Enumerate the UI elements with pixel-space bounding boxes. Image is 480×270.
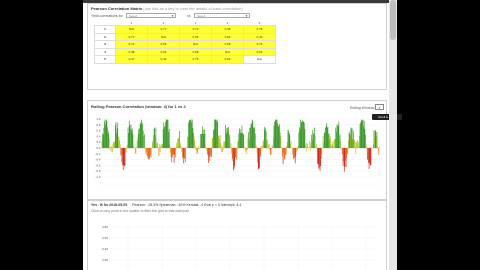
y-tick-label: 0.0 (96, 146, 101, 150)
rolling-window-label: Rolling Window: (350, 106, 376, 110)
matrix-title: Pearson Correlation Matrix (use this as … (91, 6, 243, 11)
correlation-cell[interactable]: N/A (211, 47, 244, 56)
series-select-right[interactable]: Select ▼ (194, 13, 250, 18)
app-page: Pearson Correlation Matrix (use this as … (83, 0, 389, 270)
correlation-cell[interactable]: 0.47 (115, 55, 148, 64)
y-tick-label: 0.8 (96, 123, 101, 127)
select-left-value: Select (129, 14, 138, 18)
scrollbar-thumb[interactable] (390, 0, 396, 40)
correlation-cell[interactable]: 0.42 (243, 32, 276, 41)
scatter-header: Yes - B for 2018-05-05 Pearson: -25.3% S… (91, 203, 241, 207)
correlation-cell[interactable]: N/A (115, 25, 148, 34)
correlation-cell[interactable]: 0.75 (179, 55, 212, 64)
correlation-table: 1 2 3 4 5 1 N/A 0.77 0.72 0.38 0.75 2 0.77 N/A 0.55 0.5… (94, 20, 276, 64)
correlation-cell[interactable]: 0.55 (179, 32, 212, 41)
zoom-tooltip: Scroll to zoom (372, 114, 402, 120)
row-header: 4 (94, 47, 116, 56)
correlation-cell[interactable]: 0.62 (211, 55, 244, 64)
correlation-cell[interactable]: 0.38 (115, 47, 148, 56)
row-header: 1 (94, 25, 116, 34)
rolling-title: Rolling Pearson Correlation (window: 4) … (91, 104, 186, 109)
rolling-correlation-chart[interactable]: 1.0 0.8 0.60.4 0.2 0.0 -0.2 -0.4-0.6 -0.8 -1.0 ··… (88, 113, 386, 199)
y-tick-label: 0.80 (102, 225, 108, 229)
table-row: 5 0.47 0.42 0.75 0.62 N/A (94, 55, 276, 64)
correlation-cell[interactable]: N/A (179, 40, 212, 49)
correlation-cell[interactable]: 0.68 (179, 47, 212, 56)
correlation-cell[interactable]: 0.75 (243, 25, 276, 34)
y-tick-label: 0.6 (96, 129, 101, 133)
correlation-cell[interactable]: 0.42 (147, 55, 180, 64)
vs-label: vs (187, 14, 191, 18)
scatter-stats: Pearson: -25.3% Spearman: -40% Kendall: … (132, 203, 242, 207)
correlation-cell[interactable]: 0.68 (211, 40, 244, 49)
y-tick-label: 0.40 (102, 247, 108, 251)
correlation-cell[interactable]: N/A (147, 32, 180, 41)
correlation-cell[interactable]: 0.77 (115, 32, 148, 41)
table-row: 2 0.77 N/A 0.55 0.52 0.42 (94, 32, 276, 41)
scatter-hint: Click on any point in the scatter to fil… (91, 209, 190, 213)
yield-label: Yield correlations for (91, 14, 123, 18)
vertical-scrollbar[interactable] (389, 0, 397, 270)
matrix-panel: Pearson Correlation Matrix (use this as … (87, 3, 387, 90)
y-tick-label: -0.8 (95, 169, 101, 173)
table-row: 1 N/A 0.77 0.72 0.38 0.75 (94, 25, 276, 34)
correlation-cell[interactable]: 0.75 (243, 40, 276, 49)
row-header: 2 (94, 32, 116, 41)
x-tick-mark: ······ (377, 182, 381, 187)
y-tick-label: -0.6 (95, 163, 101, 167)
select-right-value: Select (197, 14, 206, 18)
y-tick-label: 0.4 (96, 134, 101, 138)
table-row: 3 0.72 0.55 N/A 0.68 0.75 (94, 40, 276, 49)
correlation-cell[interactable]: 0.72 (115, 40, 148, 49)
y-tick-label: -0.4 (95, 158, 101, 162)
matrix-title-text: Pearson Correlation Matrix (91, 6, 143, 11)
y-tick-label: 0.2 (96, 140, 101, 144)
y-tick-label: -0.2 (95, 152, 101, 156)
correlation-cell[interactable]: N/A (243, 55, 276, 64)
correlation-cell[interactable]: 0.77 (147, 25, 180, 34)
chevron-down-icon: ▼ (245, 14, 248, 18)
scatter-plot[interactable]: 0.800.600.400.200.00 (88, 215, 386, 270)
rolling-panel: Rolling Pearson Correlation (window: 4) … (87, 100, 387, 200)
correlation-cell[interactable]: 0.52 (211, 32, 244, 41)
y-tick-label: 1.0 (96, 117, 101, 121)
y-tick-label: -1.0 (95, 175, 101, 179)
rolling-window-input[interactable]: 4 (375, 104, 384, 110)
correlation-cell[interactable]: 0.55 (147, 40, 180, 49)
matrix-subtitle: (use this as a key to view the details o… (143, 6, 243, 11)
y-tick-label: 0.60 (102, 236, 108, 240)
correlation-cell[interactable]: 0.62 (243, 47, 276, 56)
row-header: 3 (94, 40, 116, 49)
scatter-panel: Yes - B for 2018-05-05 Pearson: -25.3% S… (87, 200, 387, 270)
scatter-title: Yes - B for 2018-05-05 (91, 203, 128, 207)
correlation-cell[interactable]: 0.72 (179, 25, 212, 34)
y-tick-label: 0.20 (102, 258, 108, 262)
series-select-left[interactable]: Select ▼ (126, 13, 176, 18)
table-row: 4 0.38 0.52 0.68 N/A 0.62 (94, 47, 276, 56)
row-header: 5 (94, 55, 116, 64)
correlation-cell[interactable]: 0.52 (147, 47, 180, 56)
chevron-down-icon: ▼ (171, 14, 174, 18)
correlation-cell[interactable]: 0.38 (211, 25, 244, 34)
